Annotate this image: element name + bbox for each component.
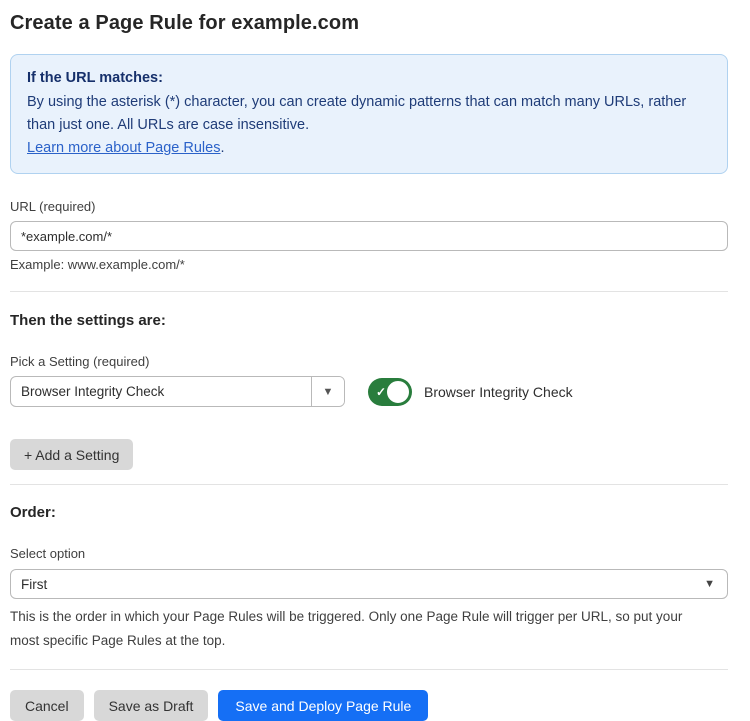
info-box-heading: If the URL matches: (27, 67, 711, 90)
link-suffix: . (220, 140, 224, 156)
order-select-label: Select option (10, 546, 728, 561)
order-help-text: This is the order in which your Page Rul… (10, 605, 710, 653)
cancel-button[interactable]: Cancel (10, 690, 84, 721)
info-box-link-line: Learn more about Page Rules. (27, 137, 711, 160)
save-deploy-button[interactable]: Save and Deploy Page Rule (218, 690, 428, 721)
chevron-down-icon: ▼ (704, 578, 715, 590)
chevron-down-icon: ▼ (311, 377, 344, 406)
add-setting-button[interactable]: + Add a Setting (10, 439, 133, 470)
setting-toggle[interactable]: ✓ (368, 378, 412, 406)
setting-select[interactable]: Browser Integrity Check ▼ (10, 376, 345, 407)
url-example-hint: Example: www.example.com/* (10, 257, 728, 272)
url-match-info-box: If the URL matches: By using the asteris… (10, 54, 728, 174)
save-draft-button[interactable]: Save as Draft (94, 690, 209, 721)
page-title: Create a Page Rule for example.com (10, 12, 728, 35)
settings-section-heading: Then the settings are: (10, 312, 728, 329)
divider (10, 484, 728, 485)
setting-toggle-label: Browser Integrity Check (424, 384, 573, 400)
divider (10, 669, 728, 670)
divider (10, 291, 728, 292)
order-select-value: First (11, 577, 704, 592)
footer-actions: Cancel Save as Draft Save and Deploy Pag… (10, 690, 728, 721)
setting-row: Browser Integrity Check ▼ ✓ Browser Inte… (10, 376, 728, 407)
url-input[interactable] (10, 221, 728, 251)
setting-select-value: Browser Integrity Check (11, 377, 311, 406)
page-rule-form: Create a Page Rule for example.com If th… (0, 0, 750, 721)
order-select[interactable]: First ▼ (10, 569, 728, 599)
url-field-label: URL (required) (10, 199, 728, 214)
learn-more-link[interactable]: Learn more about Page Rules (27, 140, 220, 156)
pick-setting-label: Pick a Setting (required) (10, 354, 728, 369)
order-section-heading: Order: (10, 504, 728, 521)
toggle-knob (385, 379, 411, 405)
info-box-body: By using the asterisk (*) character, you… (27, 91, 711, 137)
